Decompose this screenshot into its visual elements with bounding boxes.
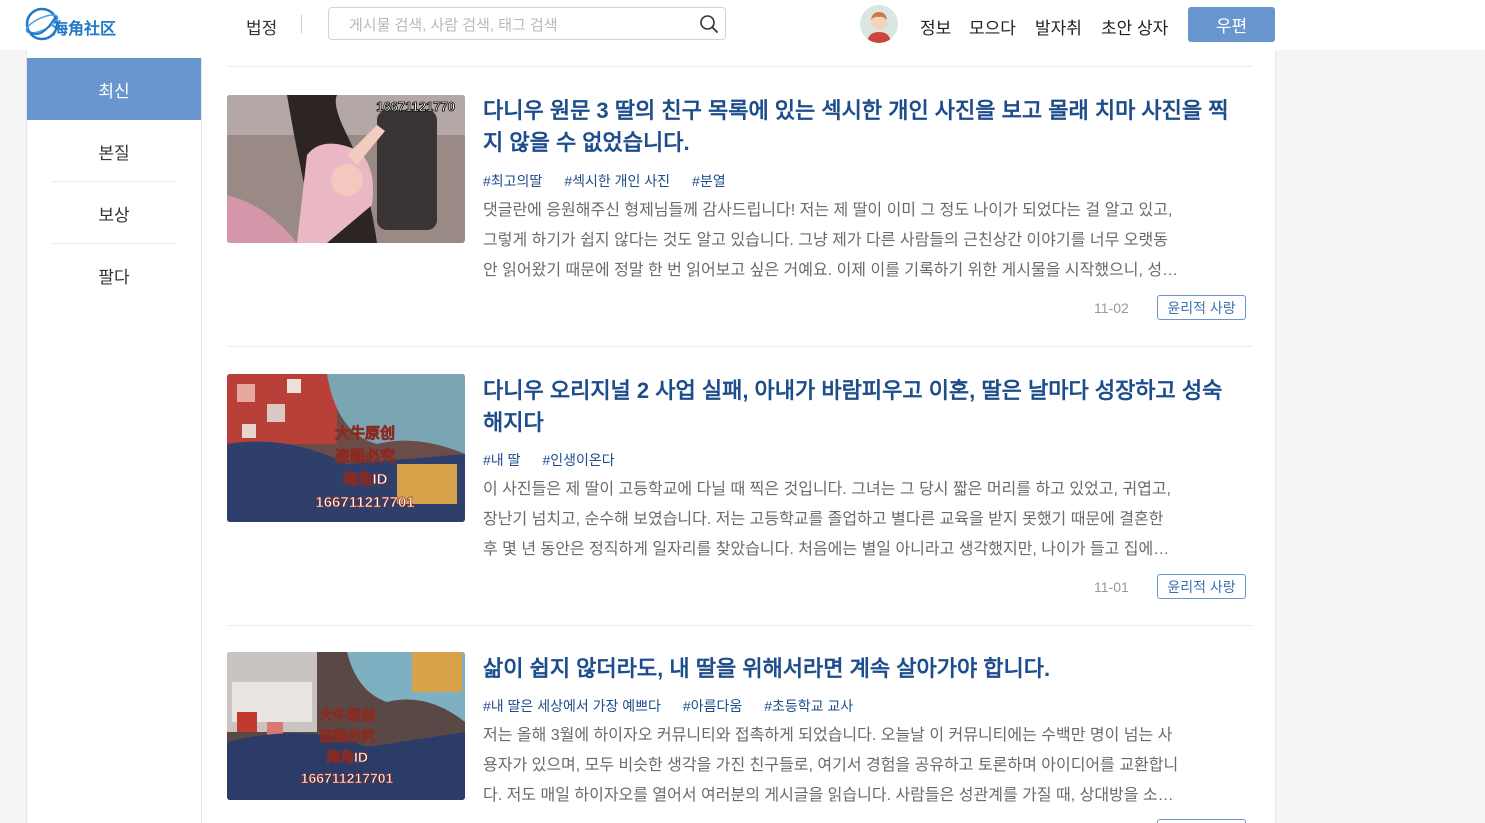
post-button[interactable]: 우편: [1188, 7, 1275, 42]
post-tag[interactable]: #초등학교 교사: [764, 696, 853, 716]
sidebar-item-reward[interactable]: 보상: [27, 182, 201, 244]
avatar-person-icon: [860, 5, 898, 43]
post-date: 11-01: [1094, 579, 1129, 595]
main-panel: 최신 본질 보상 팔다 16671121770 다니우 원문 3 딸의 친구 목…: [26, 50, 1276, 823]
sidebar-item-label: 보상: [98, 205, 130, 225]
thumb-watermark-line: 盗图必究: [335, 447, 395, 465]
post-excerpt-line: 안 읽어왔기 때문에 정말 한 번 읽어보고 싶은 거예요. 이제 이를 기록하…: [483, 262, 1179, 279]
post-category-button[interactable]: [1157, 819, 1246, 823]
post-excerpt-line: 그렇게 하기가 쉽지 않다는 것도 알고 있습니다. 그냥 제가 다른 사람들의…: [483, 232, 1168, 249]
thumb-watermark-line: 166711217701: [301, 770, 394, 786]
post-tag[interactable]: #아름다움: [683, 696, 742, 716]
post-thumbnail[interactable]: 16671121770: [227, 95, 465, 243]
post-tags: #내 딸은 세상에서 가장 예쁘다 #아름다움 #초등학교 교사: [483, 696, 853, 716]
post-excerpt: 댓글란에 응원해주신 형제님들께 감사드립니다! 저는 제 딸이 이미 그 정도…: [483, 196, 1245, 286]
search-box[interactable]: [328, 7, 726, 40]
post-title-line: 지 않을 수 없었습니다.: [483, 130, 690, 155]
nav-law-link[interactable]: 법정: [246, 14, 277, 39]
logo-text: 海角社区: [52, 19, 117, 38]
thumb-watermark-line: 大牛原创: [319, 707, 375, 723]
post-excerpt-line: 이 사진들은 제 딸이 고등학교에 다닐 때 찍은 것입니다. 그녀는 그 당시…: [483, 481, 1171, 498]
post-excerpt-line: 후 몇 년 동안은 정직하게 일자리를 찾았습니다. 처음에는 별일 아니라고 …: [483, 541, 1170, 558]
post-tag[interactable]: #인생이온다: [542, 450, 614, 470]
post-title[interactable]: 다니우 원문 3 딸의 친구 목록에 있는 섹시한 개인 사진을 보고 몰래 치…: [483, 95, 1251, 159]
post-title-line: 다니우 오리지널 2 사업 실패, 아내가 바람피우고 이혼, 딸은 날마다 성…: [483, 378, 1223, 403]
post-item[interactable]: 大牛原创 盗图必究 海角ID 166711217701 삶이 쉽지 않더라도, …: [227, 626, 1252, 823]
thumb-watermark: 16671121770: [376, 99, 455, 114]
post-title[interactable]: 다니우 오리지널 2 사업 실패, 아내가 바람피우고 이혼, 딸은 날마다 성…: [483, 375, 1251, 439]
search-icon[interactable]: [699, 14, 719, 34]
sidebar-item-label: 본질: [98, 143, 130, 163]
sidebar-item-label: 최신: [98, 81, 130, 101]
post-title-line: 삶이 쉽지 않더라도, 내 딸을 위해서라면 계속 살아가야 합니다.: [483, 656, 1051, 681]
post-tag[interactable]: #내 딸은 세상에서 가장 예쁘다: [483, 696, 661, 716]
post-excerpt: 저는 올해 3월에 하이자오 커뮤니티와 접촉하게 되었습니다. 오늘날 이 커…: [483, 721, 1245, 811]
post-tag[interactable]: #분열: [692, 171, 726, 191]
post-excerpt-line: 장난기 넘치고, 순수해 보였습니다. 저는 고등학교를 졸업하고 별다른 교육…: [483, 511, 1164, 528]
post-thumbnail[interactable]: 大牛原创 盗图必究 海角ID 166711217701: [227, 652, 465, 800]
nav-collect-link[interactable]: 모으다: [969, 14, 1016, 39]
thumb-watermark-line: 盗图必究: [319, 728, 375, 744]
post-tags: #내 딸 #인생이온다: [483, 450, 615, 470]
search-input[interactable]: [347, 14, 691, 36]
thumb-watermark-line: 大牛原创: [335, 424, 395, 442]
post-title-line: 해지다: [483, 410, 544, 435]
post-excerpt: 이 사진들은 제 딸이 고등학교에 다닐 때 찍은 것입니다. 그녀는 그 당시…: [483, 475, 1245, 565]
post-tag[interactable]: #최고의딸: [483, 171, 542, 191]
post-excerpt-line: 다. 저도 매일 하이자오를 열어서 여러분의 게시글을 읽습니다. 사람들은 …: [483, 787, 1174, 804]
nav-info-link[interactable]: 정보: [920, 14, 951, 39]
post-tags: #최고의딸 #섹시한 개인 사진 #분열: [483, 171, 726, 191]
post-thumbnail[interactable]: 大牛原创 盗图必究 海角ID 166711217701: [227, 374, 465, 522]
post-photo-image: 大牛原创 盗图必究 海角ID 166711217701: [227, 652, 465, 800]
post-tag[interactable]: #섹시한 개인 사진: [564, 171, 670, 191]
nav-drafts-link[interactable]: 초안 상자: [1101, 14, 1168, 39]
user-avatar[interactable]: [860, 5, 898, 43]
post-title-line: 다니우 원문 3 딸의 친구 목록에 있는 섹시한 개인 사진을 보고 몰래 치…: [483, 98, 1229, 123]
category-sidebar: 최신 본질 보상 팔다: [27, 58, 202, 823]
post-feed: 16671121770 다니우 원문 3 딸의 친구 목록에 있는 섹시한 개인…: [227, 50, 1252, 823]
post-item[interactable]: 16671121770 다니우 원문 3 딸의 친구 목록에 있는 섹시한 개인…: [227, 67, 1252, 347]
sidebar-item-label: 팔다: [98, 267, 130, 287]
nav-footprint-link[interactable]: 발자취: [1035, 14, 1082, 39]
post-excerpt-line: 용자가 있으며, 모두 비슷한 생각을 가진 친구들로, 여기서 경험을 공유하…: [483, 757, 1179, 774]
sidebar-item-essence[interactable]: 본질: [27, 120, 201, 182]
sidebar-item-latest[interactable]: 최신: [27, 58, 201, 120]
post-date: 11-02: [1094, 300, 1129, 316]
top-header: 海角社区 법정 정보 모으다 발자취 초안 상자 우편: [0, 0, 1485, 50]
post-photo-image: 大牛原创 盗图必究 海角ID 166711217701: [227, 374, 465, 522]
post-excerpt-line: 댓글란에 응원해주신 형제님들께 감사드립니다! 저는 제 딸이 이미 그 정도…: [483, 202, 1173, 219]
nav-divider: [301, 15, 302, 33]
post-tag[interactable]: #내 딸: [483, 450, 520, 470]
post-photo-image: 16671121770: [227, 95, 465, 243]
post-category-button[interactable]: 윤리적 사랑: [1157, 295, 1246, 320]
sidebar-item-sell[interactable]: 팔다: [27, 244, 201, 306]
post-title[interactable]: 삶이 쉽지 않더라도, 내 딸을 위해서라면 계속 살아가야 합니다.: [483, 653, 1251, 685]
thumb-watermark-line: 166711217701: [315, 494, 414, 511]
post-excerpt-line: 저는 올해 3월에 하이자오 커뮤니티와 접촉하게 되었습니다. 오늘날 이 커…: [483, 727, 1173, 744]
site-logo[interactable]: 海角社区: [24, 4, 119, 44]
thumb-watermark-line: 海角ID: [326, 749, 368, 765]
post-item[interactable]: 大牛原创 盗图必究 海角ID 166711217701 다니우 오리지널 2 사…: [227, 347, 1252, 626]
thumb-watermark-line: 海角ID: [342, 470, 387, 488]
post-category-button[interactable]: 윤리적 사랑: [1157, 574, 1246, 599]
